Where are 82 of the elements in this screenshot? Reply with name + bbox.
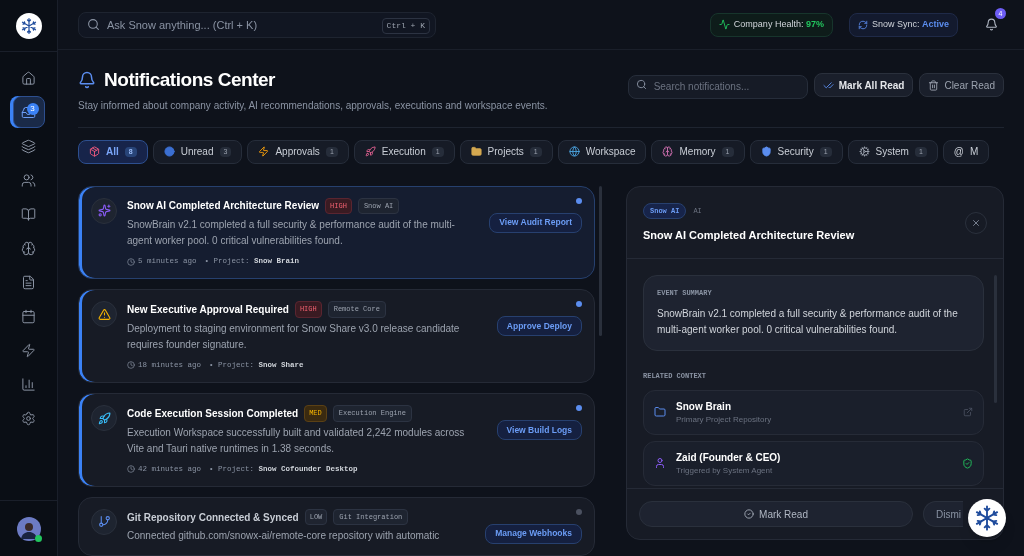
notification-card[interactable]	[78, 393, 595, 487]
action-button[interactable]: View Audit Report	[489, 212, 582, 233]
at-sign: @	[953, 145, 964, 159]
notification-text: Deployment to staging environment for Snow Share v3.0 release candidate requires founder signature.	[127, 321, 461, 352]
rocket-icon	[364, 146, 376, 157]
clock-icon	[127, 361, 135, 370]
sparkles-icon	[97, 204, 111, 217]
search-icon	[635, 79, 647, 90]
pulse-icon	[718, 19, 730, 30]
shield-icon	[760, 146, 772, 157]
snowflake-icon	[973, 504, 1001, 532]
check-circle-icon	[744, 509, 755, 519]
users-icon	[21, 172, 36, 188]
clock-icon	[127, 257, 135, 266]
notification-title: Code Execution Session Completed	[127, 406, 299, 421]
lightning-icon	[21, 342, 36, 358]
circle-icon	[163, 146, 175, 157]
filter-tab[interactable]: Workspace	[557, 139, 647, 164]
count-badge: 3	[26, 103, 39, 115]
notification-title: Snow AI Completed Architecture Review	[127, 199, 320, 214]
detail-title: Snow AI Completed Architecture Review	[643, 228, 856, 243]
notification-title: Git Repository Connected & Synced	[127, 510, 299, 525]
warning-icon	[97, 307, 111, 321]
bar-chart-icon	[21, 376, 36, 392]
snowflake-icon	[19, 16, 38, 35]
external-link-icon	[963, 407, 973, 417]
gear-icon	[858, 146, 870, 157]
page-title: Notifications Center	[104, 68, 276, 92]
package-icon	[89, 146, 100, 157]
notification-card[interactable]	[78, 185, 595, 280]
shortcut-hint: Ctrl + K	[381, 17, 430, 34]
brain-icon	[662, 146, 674, 157]
page-subtitle: Stay informed about company activity, AI recommendations, approvals, executions and workspace events.	[78, 98, 549, 113]
sync-status[interactable]: Snow Sync: Active	[848, 12, 958, 37]
user-avatar[interactable]	[16, 516, 41, 541]
bell-icon	[984, 18, 998, 31]
lightning-icon	[258, 146, 270, 157]
calendar-icon	[21, 308, 36, 324]
rocket-icon	[97, 411, 111, 425]
dismiss-button[interactable]: Dismi	[923, 501, 963, 527]
book-icon	[21, 206, 36, 222]
action-button[interactable]: Approve Deploy	[496, 316, 582, 337]
context-title: Snow Brain	[676, 399, 732, 414]
mark-read-button[interactable]: Mark Read	[639, 501, 913, 527]
summary-text: SnowBrain v2.1 completed a full security & performance audit of the multi-agent worker pool. 0 critical vulnerabilities found.	[657, 307, 959, 337]
notification-text: SnowBrain v2.1 completed a full security & performance audit of the multi-agent worker pool. 0 critical vulnerabilities found.	[127, 218, 456, 248]
settings-icon	[21, 410, 36, 426]
folder-icon	[470, 146, 482, 157]
sidebar-item[interactable]: 3	[12, 96, 45, 128]
mark-all-read-button[interactable]: Mark All Read	[813, 73, 914, 97]
close-icon	[971, 218, 981, 228]
context-subtitle: Triggered by System Agent	[676, 464, 774, 477]
trash-icon	[928, 79, 940, 91]
notification-title: New Executive Approval Required	[127, 303, 289, 317]
clock-icon	[127, 465, 135, 474]
action-button[interactable]: Manage Webhooks	[485, 523, 582, 544]
search-icon	[87, 17, 100, 31]
context-item[interactable]: Zaid (Founder & CEO) Triggered by System Agent	[643, 440, 984, 486]
context-subtitle: Primary Project Repository	[676, 413, 773, 426]
notification-text: Connected github.com/snowx-ai/remote-core repository with automatic	[127, 529, 441, 544]
brain-icon	[21, 240, 36, 256]
context-item[interactable]: Snow Brain Primary Project Repository	[643, 389, 984, 435]
person-icon	[654, 457, 666, 469]
notifications-search-field[interactable]: Search notifications...	[627, 74, 808, 99]
document-icon	[21, 274, 36, 290]
clear-read-button[interactable]: Clear Read	[919, 73, 1004, 97]
bell-icon	[78, 71, 96, 90]
filter-tab[interactable]: @ M	[942, 139, 990, 164]
notification-text: Execution Workspace successfully built and validated 2,242 modules across Vite and Tauri native runtimes in 1.38 seconds.	[127, 425, 466, 456]
branch-icon	[97, 515, 111, 529]
layers-icon	[21, 138, 36, 154]
action-button[interactable]: View Build Logs	[496, 420, 582, 440]
scrollbar[interactable]	[599, 185, 602, 336]
globe-icon	[568, 146, 580, 157]
context-title: Zaid (Founder & CEO)	[676, 450, 782, 465]
logo[interactable]	[15, 12, 42, 39]
sync-icon	[857, 19, 868, 30]
home-icon	[21, 70, 36, 86]
folder-icon	[654, 406, 666, 418]
double-check-icon	[822, 79, 834, 91]
health-status[interactable]: Company Health: 97%	[709, 12, 833, 37]
shield-check-icon	[962, 457, 973, 469]
